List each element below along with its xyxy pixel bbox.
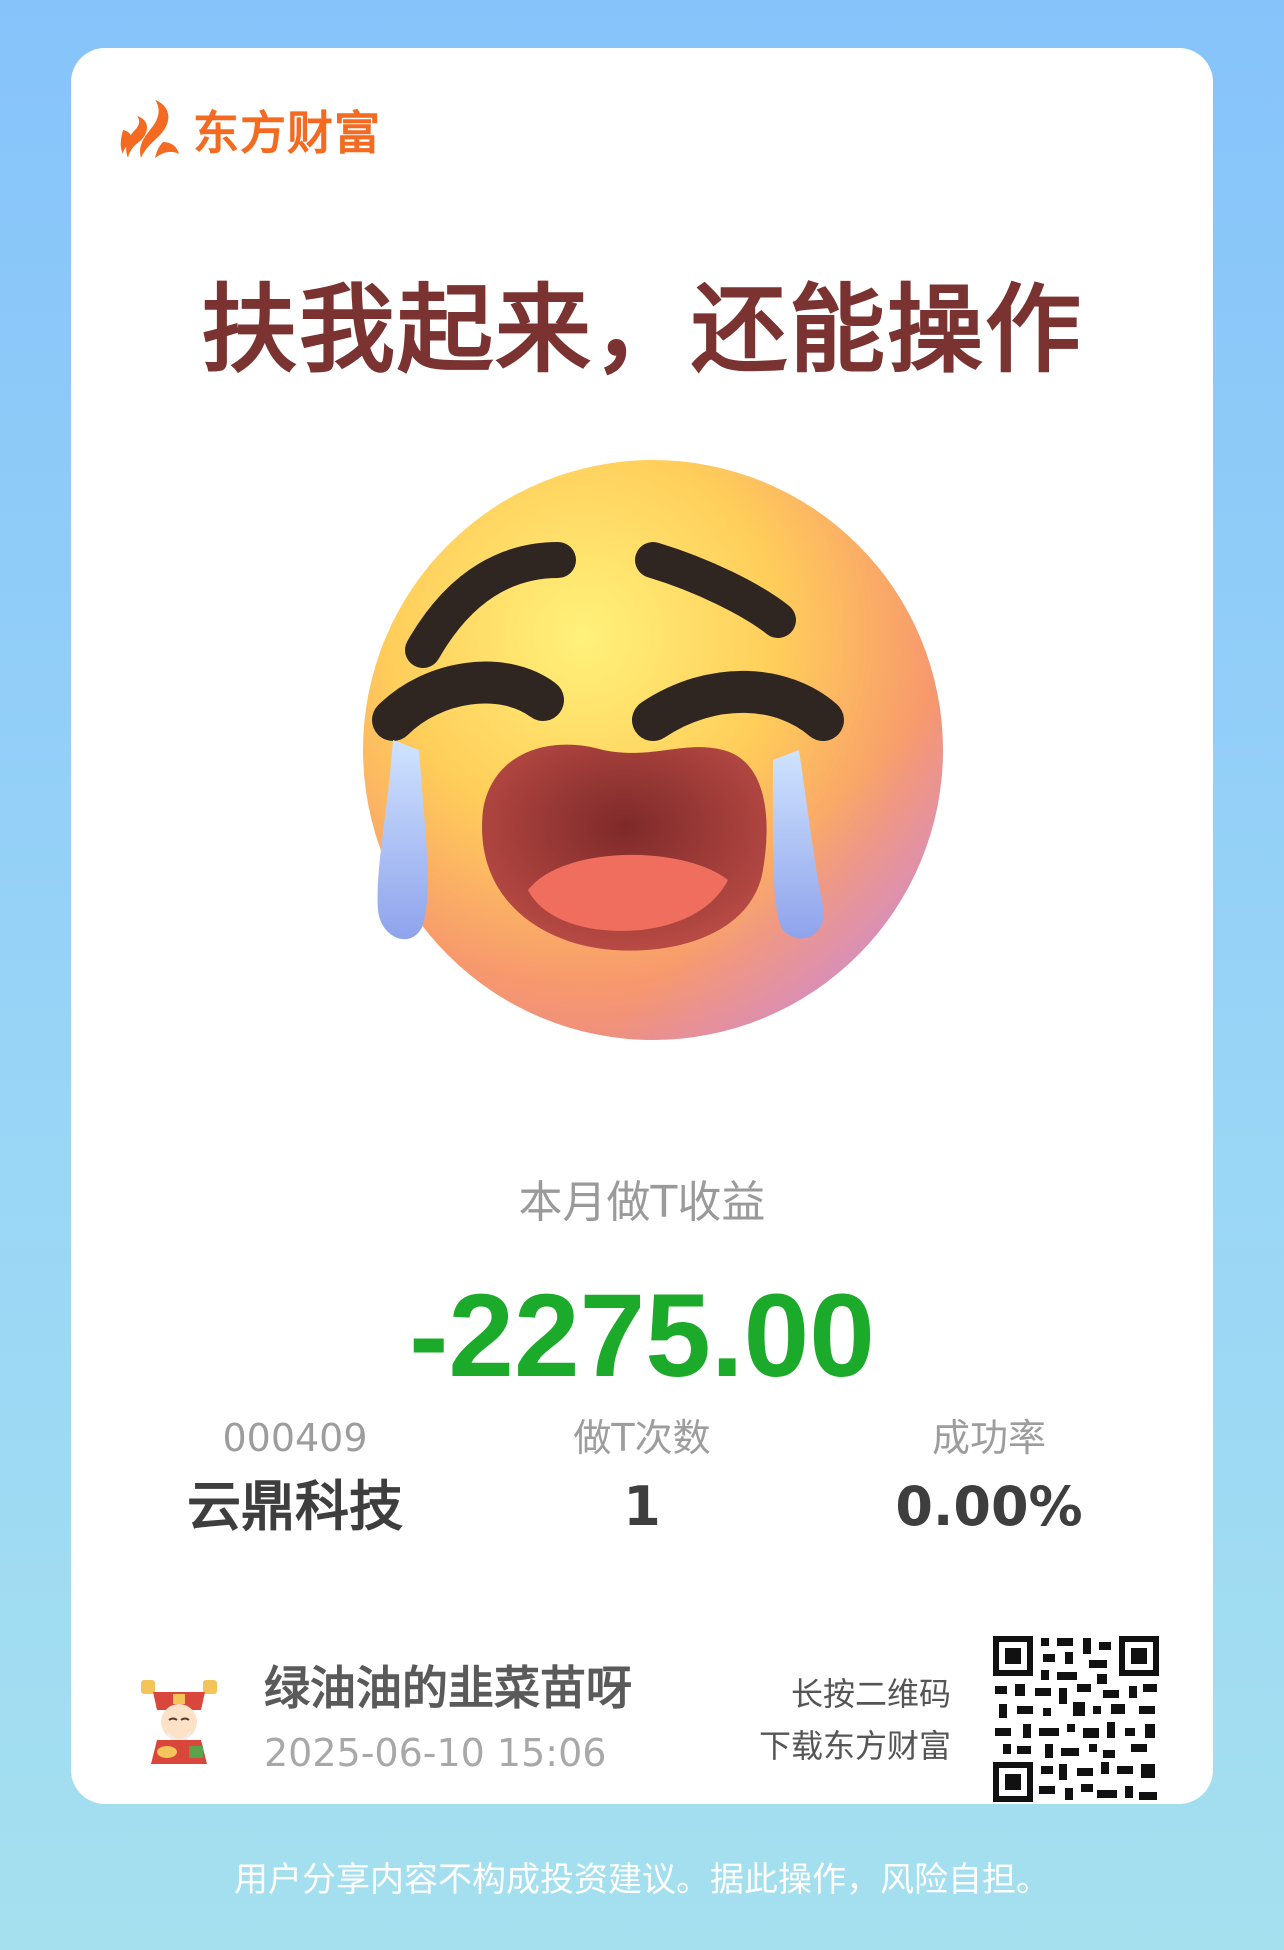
success-rate-value: 0.00%: [895, 1475, 1083, 1538]
god-of-wealth-avatar-icon: [141, 1680, 217, 1764]
month-profit-label: 本月做T收益: [518, 1177, 766, 1228]
headline: 扶我起来，还能操作: [201, 274, 1083, 386]
qr-hint-line1: 长按二维码: [790, 1675, 951, 1713]
month-profit-amount: -2275.00: [409, 1270, 875, 1402]
share-footer: 绿油油的韭菜苗呀 2025-06-10 15:06 长按二维码 下载东方财富: [71, 1628, 1213, 1802]
stock-code: 000409: [222, 1416, 368, 1460]
share-poster: { "brand": { "name": "东方财富", "color": "#…: [0, 0, 1284, 1950]
flame-logo-icon: [120, 100, 179, 158]
stats-row: 000409 云鼎科技 做T次数 1 成功率 0.00%: [71, 1410, 1213, 1540]
trade-count-stat: 做T次数 1: [472, 1410, 812, 1542]
stock-name: 云鼎科技: [187, 1475, 403, 1538]
success-rate-stat: 成功率 0.00%: [819, 1410, 1159, 1542]
share-card: 东方财富 扶我起来，还能操作 本月做T收益 -2275.00 000409 云鼎…: [71, 48, 1213, 1804]
trade-count-label: 做T次数: [573, 1416, 711, 1460]
brand-name: 东方财富: [193, 106, 381, 160]
success-rate-label: 成功率: [931, 1416, 1046, 1460]
qr-code-icon[interactable]: [993, 1636, 1159, 1802]
qr-hint-line2: 下载东方财富: [758, 1727, 951, 1765]
crying-face-icon: [363, 460, 943, 1040]
user-name: 绿油油的韭菜苗呀: [264, 1661, 632, 1715]
brand-logo: 东方财富: [119, 96, 381, 164]
trade-count-value: 1: [623, 1475, 661, 1538]
stock-stat: 000409 云鼎科技: [125, 1410, 465, 1542]
share-timestamp: 2025-06-10 15:06: [264, 1731, 607, 1775]
qr-hint: 长按二维码 下载东方财富: [759, 1668, 951, 1772]
disclaimer: 用户分享内容不构成投资建议。据此操作，风险自担。: [234, 1860, 1050, 1900]
